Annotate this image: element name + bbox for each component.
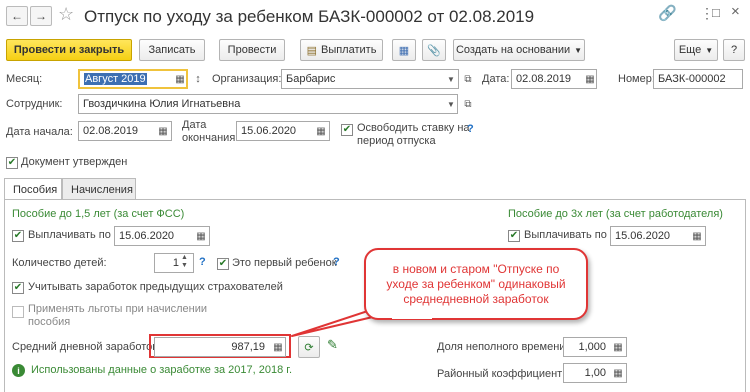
callout-joint [392, 313, 432, 319]
callout-note: в новом и старом "Отпуске по уходе за ре… [364, 248, 588, 320]
callout-pointer [291, 302, 433, 337]
